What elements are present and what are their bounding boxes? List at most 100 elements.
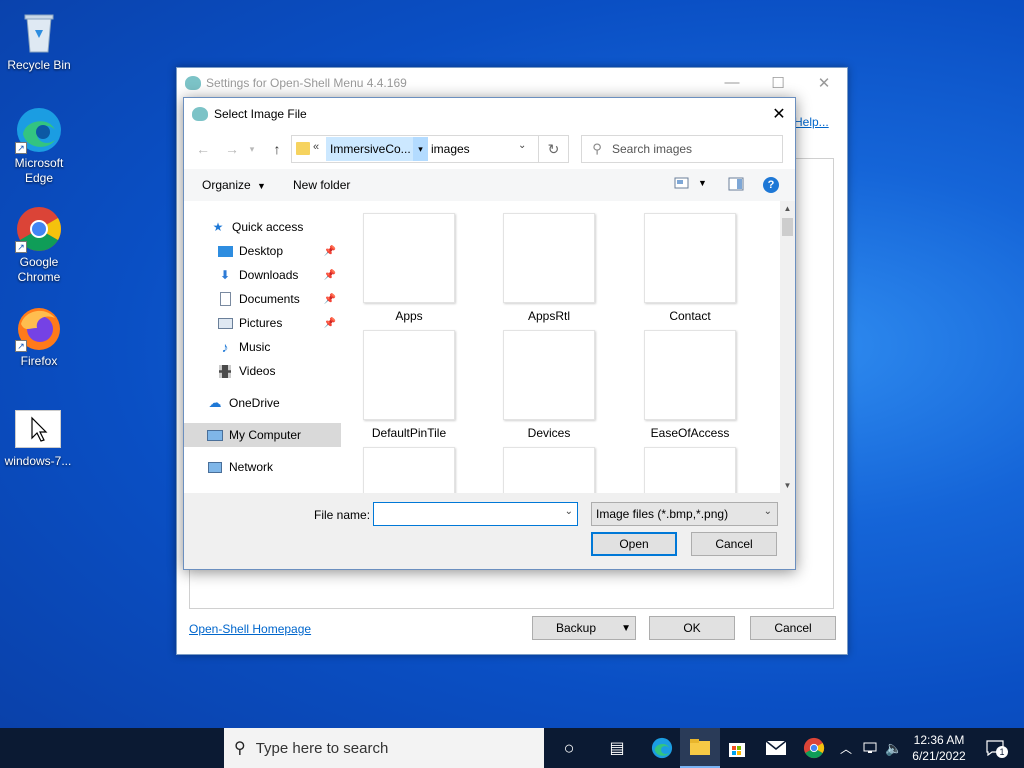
preview-pane-icon[interactable] [728, 177, 744, 194]
nav-item-videos[interactable]: Videos [184, 359, 341, 383]
recycle-bin-icon [15, 8, 63, 56]
homepage-link[interactable]: Open-Shell Homepage [189, 622, 311, 636]
file-name-label: DefaultPinTile [371, 426, 447, 440]
desktop-icon-firefox[interactable]: ↗ Firefox [1, 304, 77, 369]
up-arrow-icon[interactable]: ↑ [266, 139, 288, 159]
edge-taskbar-icon[interactable] [642, 728, 682, 768]
file-type-select[interactable]: Image files (*.bmp,*.png) ⌄ [591, 502, 778, 526]
nav-item-my-computer[interactable]: My Computer [184, 423, 341, 447]
file-tile[interactable] [344, 441, 484, 493]
taskbar-search-box[interactable]: ⚲ Type here to search [224, 728, 544, 768]
nav-item-label: Desktop [239, 244, 284, 258]
file-name-input[interactable] [374, 503, 558, 525]
cloud-icon: ☁ [208, 395, 222, 410]
open-button[interactable]: Open [591, 532, 677, 556]
dialog-titlebar[interactable]: Select Image File ✕ [184, 98, 795, 129]
nav-item-label: Pictures [239, 316, 283, 330]
scroll-down-icon[interactable]: ▼ [780, 478, 795, 493]
view-dropdown-icon[interactable]: ▼ [698, 178, 707, 188]
backup-button[interactable]: Backup ▼ [532, 616, 636, 640]
file-tile[interactable]: Apps [344, 207, 484, 323]
nav-item-documents[interactable]: Documents 📌 [184, 287, 341, 311]
star-icon: ★ [212, 220, 224, 234]
forward-arrow-icon[interactable]: → [221, 139, 243, 159]
store-icon[interactable] [717, 728, 757, 768]
settings-titlebar[interactable]: Settings for Open-Shell Menu 4.4.169 — ☐… [177, 68, 847, 97]
dialog-close-button[interactable]: ✕ [763, 98, 795, 129]
address-bar[interactable]: « ImmersiveCo... ▾ images ⌄ ↻ [291, 135, 569, 163]
back-arrow-icon[interactable]: ← [192, 139, 214, 159]
ok-button[interactable]: OK [649, 616, 735, 640]
file-tile[interactable]: Devices [484, 324, 624, 440]
dialog-cancel-button[interactable]: Cancel [691, 532, 777, 556]
navigation-bar: ← → ▾ ↑ « ImmersiveCo... ▾ images ⌄ ↻ ⚲ [184, 129, 795, 169]
desktop-icon-edge[interactable]: ↗ Microsoft Edge [1, 106, 77, 186]
nav-item-music[interactable]: ♪ Music [184, 335, 341, 359]
desktop-icon-file[interactable]: windows-7... [0, 410, 76, 469]
minimize-button[interactable]: — [709, 68, 755, 97]
show-hidden-icons-icon[interactable]: ︿ [840, 728, 852, 768]
file-tile[interactable]: Contact [625, 207, 765, 323]
desktop-icon-chrome[interactable]: ↗ Google Chrome [1, 205, 77, 285]
refresh-icon[interactable]: ↻ [538, 136, 568, 162]
help-icon[interactable]: ? [763, 177, 779, 193]
search-box[interactable]: ⚲ [581, 135, 783, 163]
file-name-combobox[interactable]: ⌄ [373, 502, 578, 526]
scroll-up-icon[interactable]: ▲ [780, 201, 795, 216]
cancel-button[interactable]: Cancel [750, 616, 836, 640]
notification-count: 1 [996, 746, 1008, 758]
file-tile[interactable]: EaseOfAccess [625, 324, 765, 440]
search-input[interactable] [612, 142, 772, 156]
desktop-icon-recycle-bin[interactable]: Recycle Bin [1, 8, 77, 73]
nav-item-desktop[interactable]: Desktop 📌 [184, 239, 341, 263]
nav-item-network[interactable]: Network [184, 455, 341, 479]
chevron-down-icon[interactable]: ⌄ [565, 506, 573, 517]
address-overflow[interactable]: « [313, 141, 319, 153]
organize-label: Organize [202, 178, 251, 192]
file-explorer-icon[interactable] [680, 728, 720, 768]
music-icon: ♪ [221, 339, 229, 355]
volume-icon[interactable]: 🔈 [885, 728, 902, 768]
scroll-thumb[interactable] [782, 218, 793, 236]
organize-button[interactable]: Organize ▼ [202, 178, 266, 192]
task-view-icon[interactable]: ▤ [597, 728, 637, 768]
file-name-label: Apps [395, 309, 423, 323]
file-tile[interactable] [625, 441, 765, 493]
breadcrumb-chevron-icon[interactable]: ▾ [413, 137, 428, 161]
maximize-button[interactable]: ☐ [755, 68, 801, 97]
file-tile[interactable]: DefaultPinTile [344, 324, 484, 440]
pin-icon: 📌 [323, 293, 336, 305]
nav-item-label: Quick access [232, 220, 304, 234]
file-thumbnail [644, 213, 736, 303]
recent-chevron-icon[interactable]: ▾ [246, 139, 258, 159]
chrome-taskbar-icon[interactable] [794, 728, 834, 768]
address-dropdown-icon[interactable]: ⌄ [518, 140, 526, 151]
select-image-dialog: Select Image File ✕ ← → ▾ ↑ « ImmersiveC… [183, 97, 796, 570]
shortcut-arrow-icon: ↗ [15, 142, 27, 154]
dialog-title: Select Image File [214, 106, 307, 121]
new-folder-button[interactable]: New folder [293, 178, 350, 192]
chevron-down-icon: ⌄ [763, 506, 772, 517]
network-tray-icon[interactable] [862, 728, 880, 768]
file-tile[interactable]: AppsRtl [484, 207, 624, 323]
mail-icon[interactable] [756, 728, 796, 768]
view-options-icon[interactable] [674, 176, 690, 193]
help-link[interactable]: Help... [794, 115, 829, 129]
search-icon: ⚲ [234, 740, 246, 757]
nav-item-onedrive[interactable]: ☁ OneDrive [184, 391, 341, 415]
nav-item-downloads[interactable]: ⬇ Downloads 📌 [184, 263, 341, 287]
settings-title: Settings for Open-Shell Menu 4.4.169 [206, 75, 407, 90]
vertical-scrollbar[interactable]: ▲ ▼ [780, 201, 795, 493]
file-type-value: Image files (*.bmp,*.png) [596, 507, 729, 521]
nav-item-pictures[interactable]: Pictures 📌 [184, 311, 341, 335]
clock[interactable]: 12:36 AM 6/21/2022 [905, 732, 973, 764]
notification-icon[interactable]: 1 [982, 728, 1008, 768]
cortana-icon[interactable]: ○ [549, 728, 589, 768]
breadcrumb-current[interactable]: images [431, 137, 470, 161]
close-button[interactable]: ✕ [801, 68, 847, 97]
file-tile[interactable] [484, 441, 624, 493]
nav-item-quick-access[interactable]: ★ Quick access [184, 215, 341, 239]
clock-time: 12:36 AM [913, 733, 965, 747]
shortcut-arrow-icon: ↗ [15, 340, 27, 352]
file-thumbnail [503, 213, 595, 303]
